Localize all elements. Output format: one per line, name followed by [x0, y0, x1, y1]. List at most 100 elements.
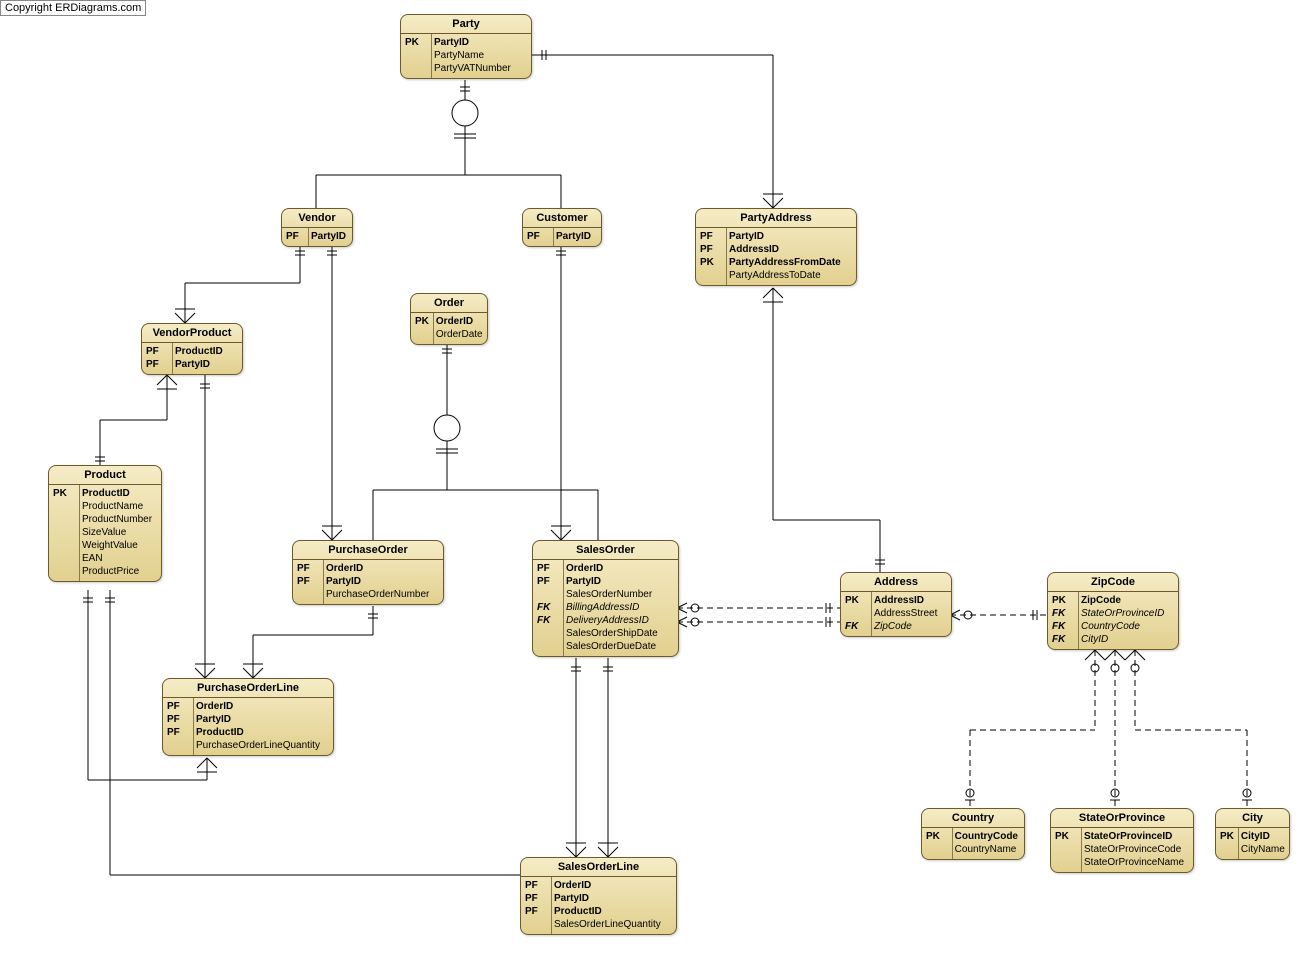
attribute-key: PF [293, 560, 324, 575]
attribute-name: ZipCode [872, 620, 952, 636]
attribute-name: PartyName [432, 49, 532, 62]
attribute-key: PF [293, 575, 324, 588]
attribute-key [533, 588, 564, 601]
attribute-key [521, 918, 552, 934]
attribute-name: ProductName [80, 500, 162, 513]
entity-country: Country PKCountryCodeCountryName [921, 808, 1025, 860]
attribute-name: PartyID [194, 713, 334, 726]
attribute-name: PartyID [554, 228, 602, 246]
attribute-key [1216, 843, 1238, 859]
attribute-row: PKProductID [49, 485, 161, 500]
attribute-row: PartyVATNumber [401, 62, 531, 78]
attribute-row: FKCountryCode [1048, 620, 1178, 633]
attribute-key: FK [1048, 607, 1079, 620]
attribute-key: PF [533, 575, 564, 588]
attribute-key [1051, 856, 1082, 872]
entity-order: Order PKOrderIDOrderDate [410, 293, 488, 345]
attribute-row: FKCityID [1048, 633, 1178, 649]
attribute-row: CityName [1216, 843, 1291, 859]
attribute-key: PK [922, 828, 952, 843]
attribute-name: WeightValue [80, 539, 162, 552]
attribute-name: PartyID [173, 358, 243, 374]
attribute-name: SizeValue [80, 526, 162, 539]
entity-title: Order [411, 294, 487, 313]
entity-title: City [1216, 809, 1289, 828]
attribute-key [49, 552, 80, 565]
attribute-key: PK [841, 592, 872, 607]
attribute-row: CountryName [922, 843, 1024, 859]
attribute-key [49, 565, 80, 581]
attribute-row: PKCountryCode [922, 828, 1024, 843]
entity-title: PartyAddress [696, 209, 856, 228]
attribute-key: PK [1216, 828, 1238, 843]
attribute-row: PFPartyID [163, 713, 333, 726]
attribute-row: StateOrProvinceName [1051, 856, 1193, 872]
entity-title: StateOrProvince [1051, 809, 1193, 828]
attribute-row: PKStateOrProvinceID [1051, 828, 1193, 843]
attribute-key: PF [521, 905, 552, 918]
attribute-name: OrderID [564, 560, 679, 575]
attribute-key: PK [49, 485, 80, 500]
attribute-row: WeightValue [49, 539, 161, 552]
entity-zipcode: ZipCode PKZipCodeFKStateOrProvinceIDFKCo… [1047, 572, 1179, 650]
attribute-row: FKDeliveryAddressID [533, 614, 678, 627]
entity-title: ZipCode [1048, 573, 1178, 592]
attribute-row: FKStateOrProvinceID [1048, 607, 1178, 620]
attribute-key: PF [696, 228, 727, 243]
attribute-key [533, 640, 564, 656]
attribute-name: StateOrProvinceCode [1082, 843, 1194, 856]
attribute-row: StateOrProvinceCode [1051, 843, 1193, 856]
attribute-name: PartyID [552, 892, 677, 905]
attribute-key [49, 500, 80, 513]
entity-title: Customer [523, 209, 601, 228]
attribute-name: PartyID [564, 575, 679, 588]
attribute-key: PF [696, 243, 727, 256]
attribute-name: CountryName [952, 843, 1024, 859]
attribute-name: ProductID [80, 485, 162, 500]
attribute-row: PFPartyID [521, 892, 676, 905]
attribute-row: PFPartyID [282, 228, 352, 246]
attribute-key: FK [1048, 633, 1079, 649]
attribute-name: CountryCode [952, 828, 1024, 843]
attribute-row: PFPartyID [523, 228, 601, 246]
attribute-name: ProductID [552, 905, 677, 918]
entity-purchaseorderline: PurchaseOrderLine PFOrderIDPFPartyIDPFPr… [162, 678, 334, 756]
attribute-row: FKZipCode [841, 620, 951, 636]
attribute-name: DeliveryAddressID [564, 614, 679, 627]
attribute-row: PKPartyAddressFromDate [696, 256, 856, 269]
attribute-row: PFPartyID [533, 575, 678, 588]
attribute-key: PF [523, 228, 554, 246]
attribute-row: PFProductID [163, 726, 333, 739]
attribute-row: PFOrderID [293, 560, 443, 575]
attribute-row: PFOrderID [533, 560, 678, 575]
attribute-row: PartyAddressToDate [696, 269, 856, 285]
attribute-key: PK [1051, 828, 1082, 843]
entity-title: SalesOrderLine [521, 858, 676, 877]
attribute-name: PartyID [432, 34, 532, 49]
attribute-row: AddressStreet [841, 607, 951, 620]
attribute-row: SalesOrderDueDate [533, 640, 678, 656]
attribute-row: PFPartyID [142, 358, 242, 374]
entity-title: SalesOrder [533, 541, 678, 560]
attribute-name: PurchaseOrderLineQuantity [194, 739, 334, 755]
copyright-label: Copyright ERDiagrams.com [0, 0, 146, 16]
entity-address: Address PKAddressIDAddressStreetFKZipCod… [840, 572, 952, 637]
attribute-key [49, 539, 80, 552]
attribute-key: PF [142, 343, 173, 358]
attribute-name: PurchaseOrderNumber [324, 588, 444, 604]
attribute-name: ProductID [194, 726, 334, 739]
entity-city: City PKCityIDCityName [1215, 808, 1290, 860]
entity-partyaddress: PartyAddress PFPartyIDPFAddressIDPKParty… [695, 208, 857, 286]
entity-product: Product PKProductIDProductNameProductNum… [48, 465, 162, 582]
attribute-key [49, 513, 80, 526]
entity-title: PurchaseOrder [293, 541, 443, 560]
attribute-row: PurchaseOrderLineQuantity [163, 739, 333, 755]
entity-title: VendorProduct [142, 324, 242, 343]
attribute-row: PKPartyID [401, 34, 531, 49]
attribute-name: OrderDate [433, 328, 488, 344]
attribute-key: FK [533, 614, 564, 627]
attribute-name: PartyVATNumber [432, 62, 532, 78]
attribute-key [163, 739, 194, 755]
entity-customer: Customer PFPartyID [522, 208, 602, 247]
attribute-key [401, 49, 432, 62]
